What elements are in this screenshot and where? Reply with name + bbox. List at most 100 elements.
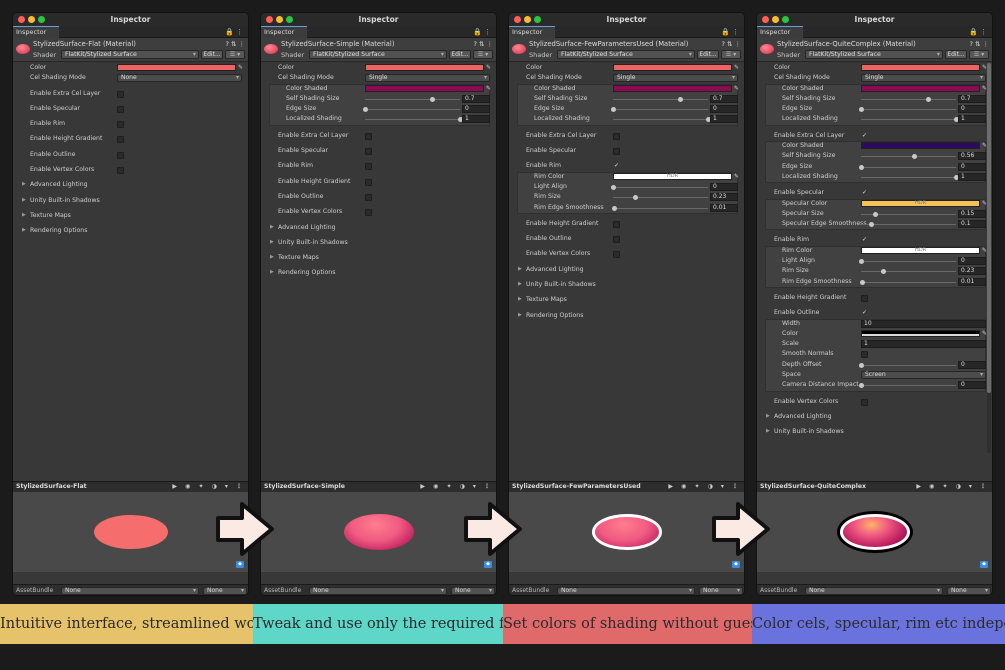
slider-track[interactable] bbox=[611, 184, 708, 190]
close-dot[interactable] bbox=[514, 16, 521, 23]
color-field[interactable] bbox=[365, 64, 484, 71]
header-controls-icon[interactable]: ? ⇅ ⋮ bbox=[225, 40, 245, 48]
color-field[interactable] bbox=[613, 64, 732, 71]
shader-dropdown[interactable]: FlatKit/Stylized Surface bbox=[61, 50, 199, 59]
tab-inspector[interactable]: Inspector bbox=[509, 26, 555, 38]
checkbox[interactable] bbox=[613, 148, 620, 156]
zoom-dot[interactable] bbox=[38, 16, 45, 23]
checkbox[interactable] bbox=[365, 132, 372, 140]
asset-bundle-dropdown[interactable]: None bbox=[61, 587, 199, 595]
number-field[interactable]: 0.7 bbox=[710, 94, 738, 103]
foldout-section[interactable]: ▶ Rendering Options bbox=[509, 311, 744, 321]
tab-inspector[interactable]: Inspector bbox=[13, 26, 59, 38]
foldout-section[interactable]: ▶ Advanced Lighting bbox=[509, 265, 744, 275]
dropdown[interactable]: None bbox=[117, 74, 242, 83]
edit-shader-button[interactable]: Edit... bbox=[201, 50, 223, 59]
close-dot[interactable] bbox=[762, 16, 769, 23]
checkbox[interactable]: ✓ bbox=[861, 132, 868, 140]
camera-icon[interactable]: ◆ bbox=[732, 561, 740, 568]
number-field[interactable]: 0 bbox=[958, 105, 986, 114]
number-field[interactable]: 0 bbox=[958, 162, 986, 171]
slider-knob[interactable] bbox=[859, 279, 865, 285]
dropdown[interactable]: Single bbox=[365, 74, 490, 83]
tab-inspector[interactable]: Inspector bbox=[757, 26, 803, 38]
foldout-arrow-icon[interactable]: ▶ bbox=[766, 428, 770, 434]
slider-track[interactable] bbox=[861, 117, 959, 123]
slider-knob[interactable] bbox=[677, 96, 683, 102]
slider-knob[interactable] bbox=[925, 96, 931, 102]
checkbox[interactable] bbox=[861, 294, 868, 302]
number-field[interactable]: 0 bbox=[958, 381, 986, 390]
checkbox[interactable] bbox=[365, 209, 372, 217]
asset-bundle-dropdown[interactable]: None bbox=[557, 587, 695, 595]
checkbox[interactable]: ✓ bbox=[613, 163, 620, 170]
checkbox[interactable] bbox=[365, 178, 372, 186]
shader-list-button[interactable]: ☰ ▾ bbox=[473, 50, 493, 59]
slider-knob[interactable] bbox=[611, 184, 616, 190]
shader-dropdown[interactable]: FlatKit/Stylized Surface bbox=[309, 50, 447, 59]
slider-track[interactable] bbox=[861, 96, 956, 102]
number-field[interactable]: 0.7 bbox=[462, 94, 490, 103]
slider-track[interactable] bbox=[365, 96, 460, 102]
slider-knob[interactable] bbox=[859, 259, 864, 265]
checkbox[interactable]: ✓ bbox=[861, 190, 868, 197]
checkbox[interactable] bbox=[365, 148, 372, 156]
asset-variant-dropdown[interactable]: None bbox=[699, 587, 743, 595]
dropdown[interactable]: Single bbox=[613, 74, 738, 83]
color-field[interactable] bbox=[861, 329, 980, 337]
slider-track[interactable] bbox=[859, 383, 956, 389]
eyedropper-icon[interactable]: ✎ bbox=[734, 173, 739, 180]
slider-track[interactable] bbox=[611, 107, 708, 113]
number-field[interactable]: 0.01 bbox=[710, 203, 738, 212]
number-field[interactable]: 1 bbox=[958, 115, 986, 124]
foldout-section[interactable]: ▶ Unity Built-in Shadows bbox=[261, 238, 496, 248]
checkbox[interactable] bbox=[117, 121, 124, 129]
eyedropper-icon[interactable]: ✎ bbox=[486, 85, 491, 92]
slider-track[interactable] bbox=[613, 195, 708, 201]
header-controls-icon[interactable]: ? ⇅ ⋮ bbox=[969, 40, 989, 48]
camera-icon[interactable]: ◆ bbox=[236, 561, 244, 568]
edit-shader-button[interactable]: Edit... bbox=[697, 50, 719, 59]
slider-track[interactable] bbox=[861, 154, 956, 160]
slider-track[interactable] bbox=[861, 174, 959, 180]
asset-bundle-dropdown[interactable]: None bbox=[805, 587, 943, 595]
number-field[interactable]: 0.1 bbox=[958, 220, 986, 229]
slider-track[interactable] bbox=[861, 222, 956, 228]
tab-menu-icon[interactable]: 🔒⋮ bbox=[225, 26, 245, 38]
color-field[interactable] bbox=[861, 84, 980, 92]
number-field[interactable]: 0.23 bbox=[710, 193, 738, 202]
slider-track[interactable] bbox=[613, 96, 708, 102]
slider-track[interactable] bbox=[613, 117, 711, 123]
zoom-dot[interactable] bbox=[534, 16, 541, 23]
shader-dropdown[interactable]: FlatKit/Stylized Surface bbox=[557, 50, 695, 59]
foldout-arrow-icon[interactable]: ▶ bbox=[270, 239, 274, 245]
number-field[interactable]: 1 bbox=[462, 115, 490, 124]
color-field[interactable] bbox=[861, 64, 980, 71]
foldout-arrow-icon[interactable]: ▶ bbox=[22, 197, 26, 203]
foldout-section[interactable]: ▶ Texture Maps bbox=[509, 295, 744, 305]
preview-controls-icon[interactable]: ▶ ◉ ✦ ◑ ▾ ⋮ bbox=[916, 482, 989, 492]
shader-list-button[interactable]: ☰ ▾ bbox=[969, 50, 989, 59]
foldout-arrow-icon[interactable]: ▶ bbox=[270, 269, 274, 275]
foldout-arrow-icon[interactable]: ▶ bbox=[270, 254, 274, 260]
checkbox[interactable] bbox=[861, 351, 868, 359]
number-field[interactable]: 10 bbox=[861, 319, 986, 328]
slider-knob[interactable] bbox=[873, 211, 879, 217]
camera-icon[interactable]: ◆ bbox=[484, 561, 492, 568]
slider-track[interactable] bbox=[859, 362, 956, 368]
foldout-section[interactable]: ▶ Advanced Lighting bbox=[13, 180, 248, 190]
material-preview[interactable]: ◆ bbox=[757, 492, 992, 572]
number-field[interactable]: 1 bbox=[861, 340, 986, 349]
checkbox[interactable] bbox=[117, 136, 124, 144]
eyedropper-icon[interactable]: ✎ bbox=[734, 64, 739, 71]
number-field[interactable]: 0.56 bbox=[958, 152, 986, 161]
foldout-section[interactable]: ▶ Texture Maps bbox=[261, 253, 496, 263]
slider-knob[interactable] bbox=[429, 96, 435, 102]
shader-list-button[interactable]: ☰ ▾ bbox=[225, 50, 245, 59]
slider-track[interactable] bbox=[859, 279, 956, 285]
header-controls-icon[interactable]: ? ⇅ ⋮ bbox=[721, 40, 741, 48]
checkbox[interactable] bbox=[861, 398, 868, 406]
minimize-dot[interactable] bbox=[28, 16, 35, 23]
tab-menu-icon[interactable]: 🔒⋮ bbox=[969, 26, 989, 38]
eyedropper-icon[interactable]: ✎ bbox=[734, 85, 739, 92]
